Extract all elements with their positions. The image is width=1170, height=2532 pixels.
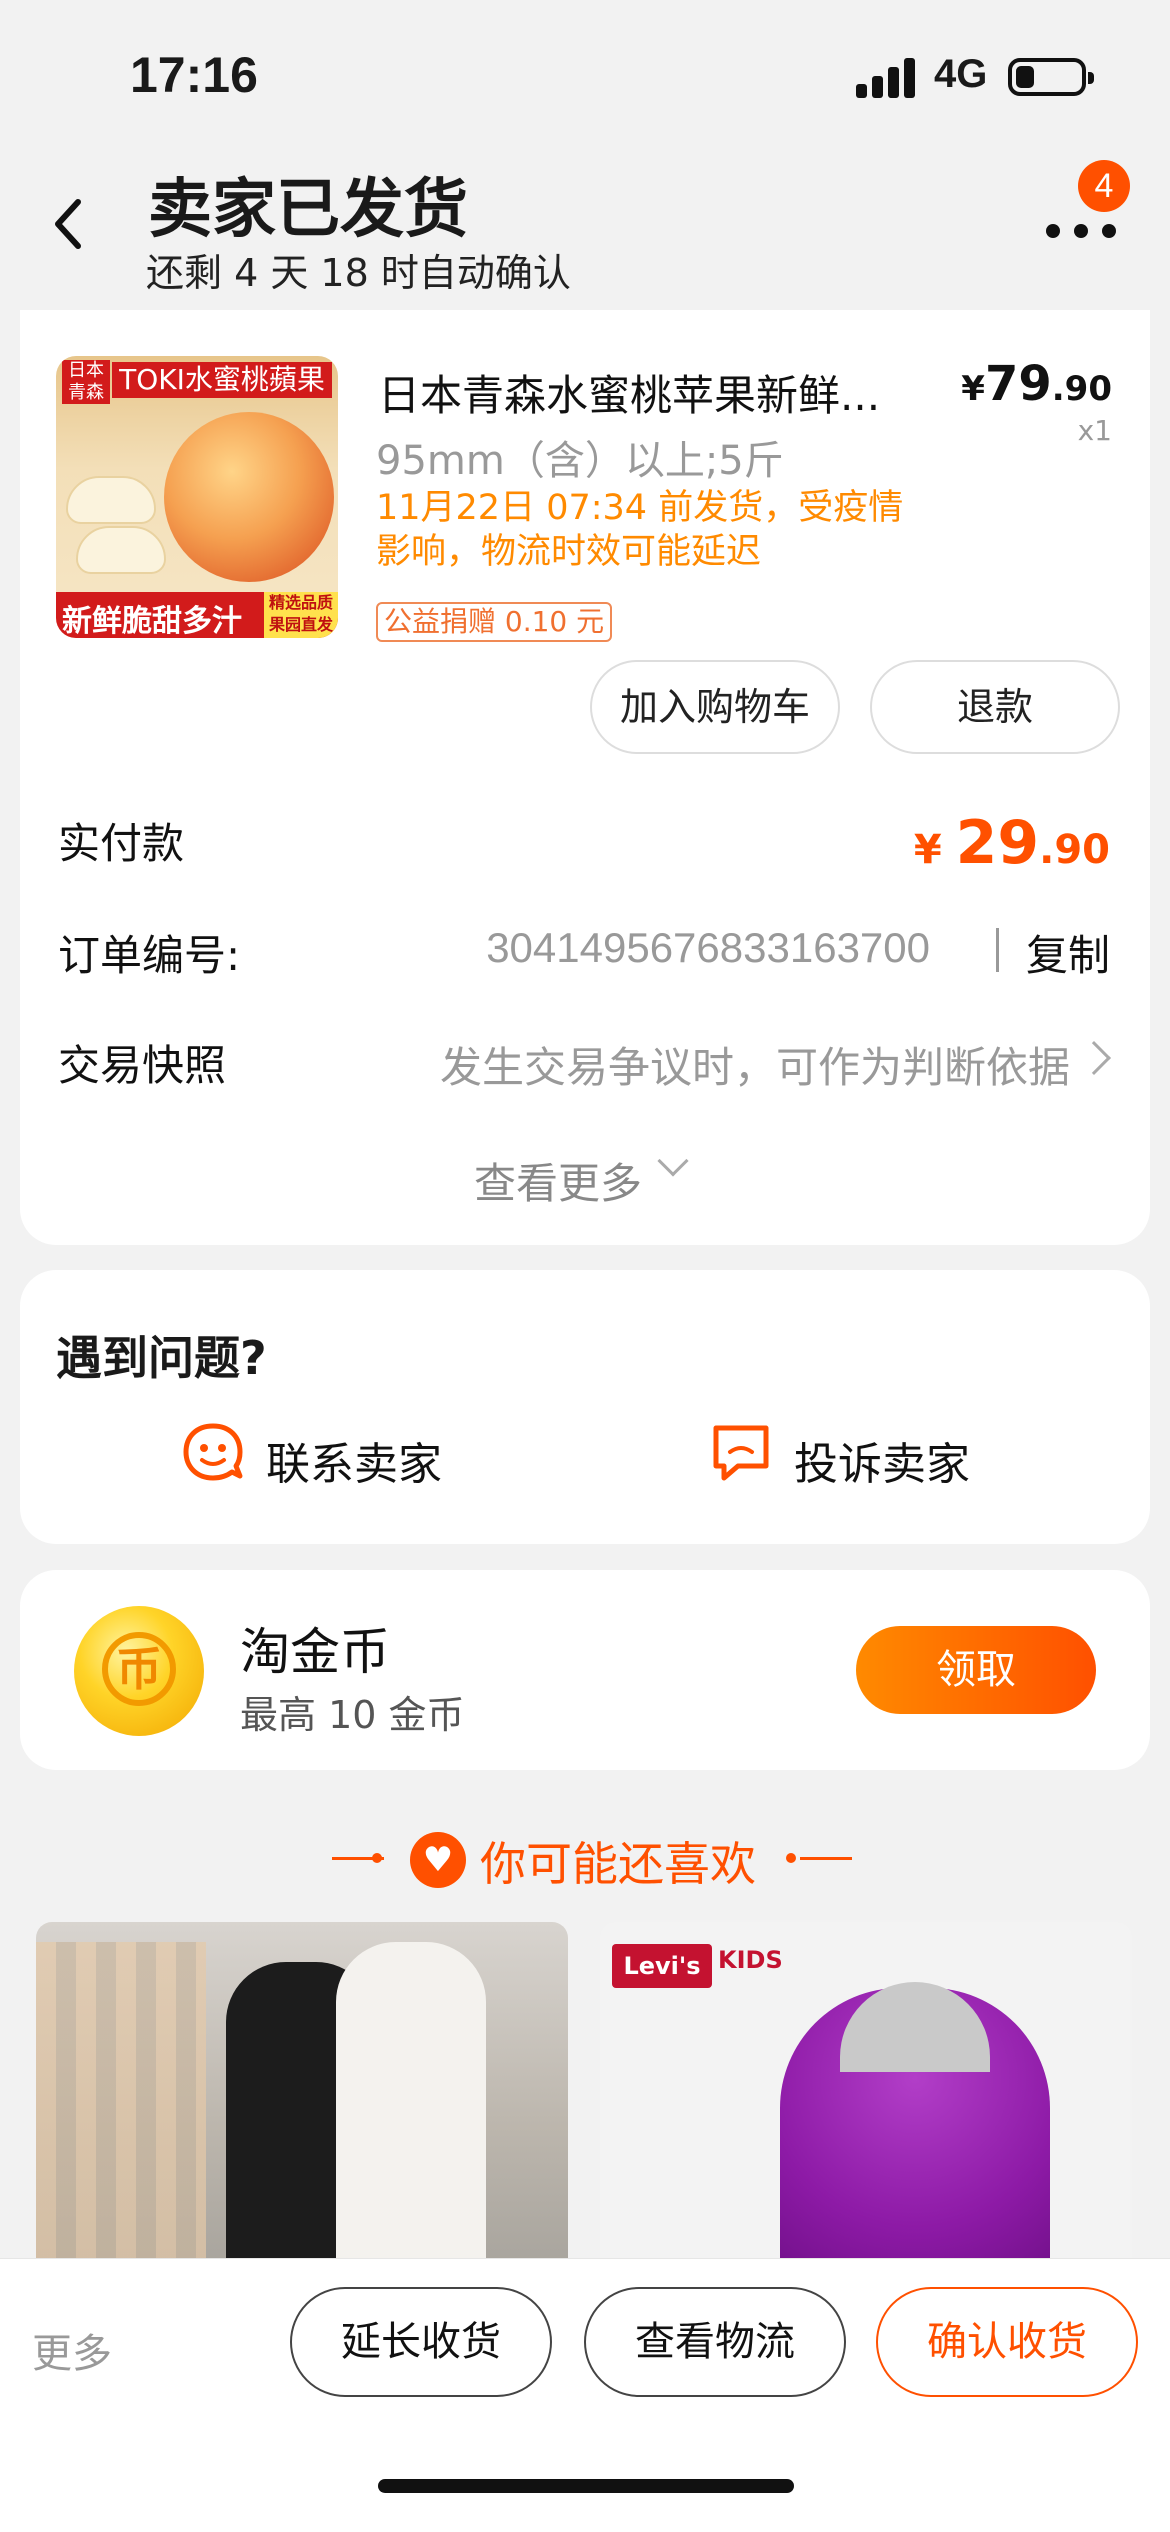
shipping-notice: 11月22日 07:34 前发货，受疫情影响，物流时效可能延迟: [376, 488, 904, 572]
copy-divider: [996, 928, 999, 972]
help-card: 遇到问题? 联系卖家 投诉卖家: [20, 1270, 1150, 1544]
back-arrow-icon[interactable]: [48, 194, 88, 254]
levis-logo: Levi's: [612, 1944, 712, 1988]
order-number-label: 订单编号:: [58, 931, 241, 980]
more-options-icon[interactable]: [1046, 212, 1116, 252]
see-more-button[interactable]: 查看更多: [474, 1150, 642, 1211]
snapshot-hint[interactable]: 发生交易争议时，可作为判断依据: [440, 1034, 1070, 1095]
thumb-bottom-text: 新鲜脆甜多汁: [62, 604, 242, 638]
auto-confirm-countdown: 还剩 4 天 18 时自动确认: [146, 251, 571, 295]
view-logistics-button[interactable]: 查看物流: [584, 2287, 846, 2397]
paid-amount: ¥ 29.90: [913, 808, 1110, 878]
charity-donation-tag: 公益捐赠 0.10 元: [376, 602, 613, 642]
add-to-cart-button[interactable]: 加入购物车: [590, 660, 840, 754]
battery-icon: [1008, 58, 1094, 96]
page-title: 卖家已发货: [148, 173, 468, 247]
help-title: 遇到问题?: [56, 1331, 267, 1385]
status-bar: 17:16 4G: [0, 0, 1170, 150]
status-time: 17:16: [130, 47, 258, 103]
product-thumbnail[interactable]: 日本青森 TOKI水蜜桃蘋果 新鲜脆甜多汁 精选品质果园直发: [56, 356, 338, 638]
complain-seller-button[interactable]: 投诉卖家: [794, 1428, 970, 1492]
home-indicator: [378, 2479, 794, 2493]
thumb-origin-tag: 日本青森: [62, 360, 110, 404]
notification-badge: 4: [1078, 160, 1130, 212]
order-card: 日本青森 TOKI水蜜桃蘋果 新鲜脆甜多汁 精选品质果园直发 日本青森水蜜桃苹果…: [20, 310, 1150, 1245]
order-number: 3041495676833163700: [486, 924, 930, 971]
more-actions-button[interactable]: 更多: [32, 2321, 112, 2379]
bottom-action-bar: 更多 延长收货 查看物流 确认收货: [0, 2258, 1170, 2532]
recommended-product-card[interactable]: Levi's KIDS: [600, 1922, 1132, 2262]
thumb-quality-badge: 精选品质果园直发: [264, 592, 338, 638]
coins-subtitle: 最高 10 金币: [240, 1693, 465, 1737]
claim-coins-button[interactable]: 领取: [856, 1626, 1096, 1714]
recommend-section-title: ♥ 你可能还喜欢: [0, 1822, 1170, 1892]
kids-label: KIDS: [718, 1946, 783, 1974]
page-header: 卖家已发货 还剩 4 天 18 时自动确认 4: [0, 150, 1170, 310]
chevron-down-icon[interactable]: [657, 1145, 689, 1177]
gold-coin-icon: 币: [74, 1606, 204, 1736]
copy-order-number-button[interactable]: 复制: [1026, 922, 1110, 983]
chevron-right-icon[interactable]: [1077, 1041, 1111, 1075]
confirm-receipt-button[interactable]: 确认收货: [876, 2287, 1138, 2397]
snapshot-label[interactable]: 交易快照: [58, 1032, 226, 1093]
cellular-signal-icon: [856, 56, 918, 98]
refund-button[interactable]: 退款: [870, 660, 1120, 754]
heart-icon: ♥: [410, 1832, 466, 1888]
network-type: 4G: [934, 52, 988, 96]
paid-amount-label: 实付款: [58, 819, 185, 868]
contact-seller-button[interactable]: 联系卖家: [266, 1428, 442, 1492]
chat-bubble-icon[interactable]: [180, 1420, 246, 1486]
product-price: ¥79.90: [961, 356, 1112, 412]
recommended-product-card[interactable]: [36, 1922, 568, 2262]
apple-image: [164, 412, 334, 582]
coins-title: 淘金币: [240, 1623, 390, 1681]
product-quantity: x1: [1077, 414, 1112, 447]
thumb-title-tag: TOKI水蜜桃蘋果: [112, 362, 332, 398]
extend-receipt-button[interactable]: 延长收货: [290, 2287, 552, 2397]
product-name[interactable]: 日本青森水蜜桃苹果新鲜...: [378, 362, 938, 423]
taobao-coins-card: 币 淘金币 最高 10 金币 领取: [20, 1570, 1150, 1770]
product-spec: 95mm（含）以上;5斤: [376, 438, 784, 484]
complaint-icon[interactable]: [708, 1420, 774, 1486]
